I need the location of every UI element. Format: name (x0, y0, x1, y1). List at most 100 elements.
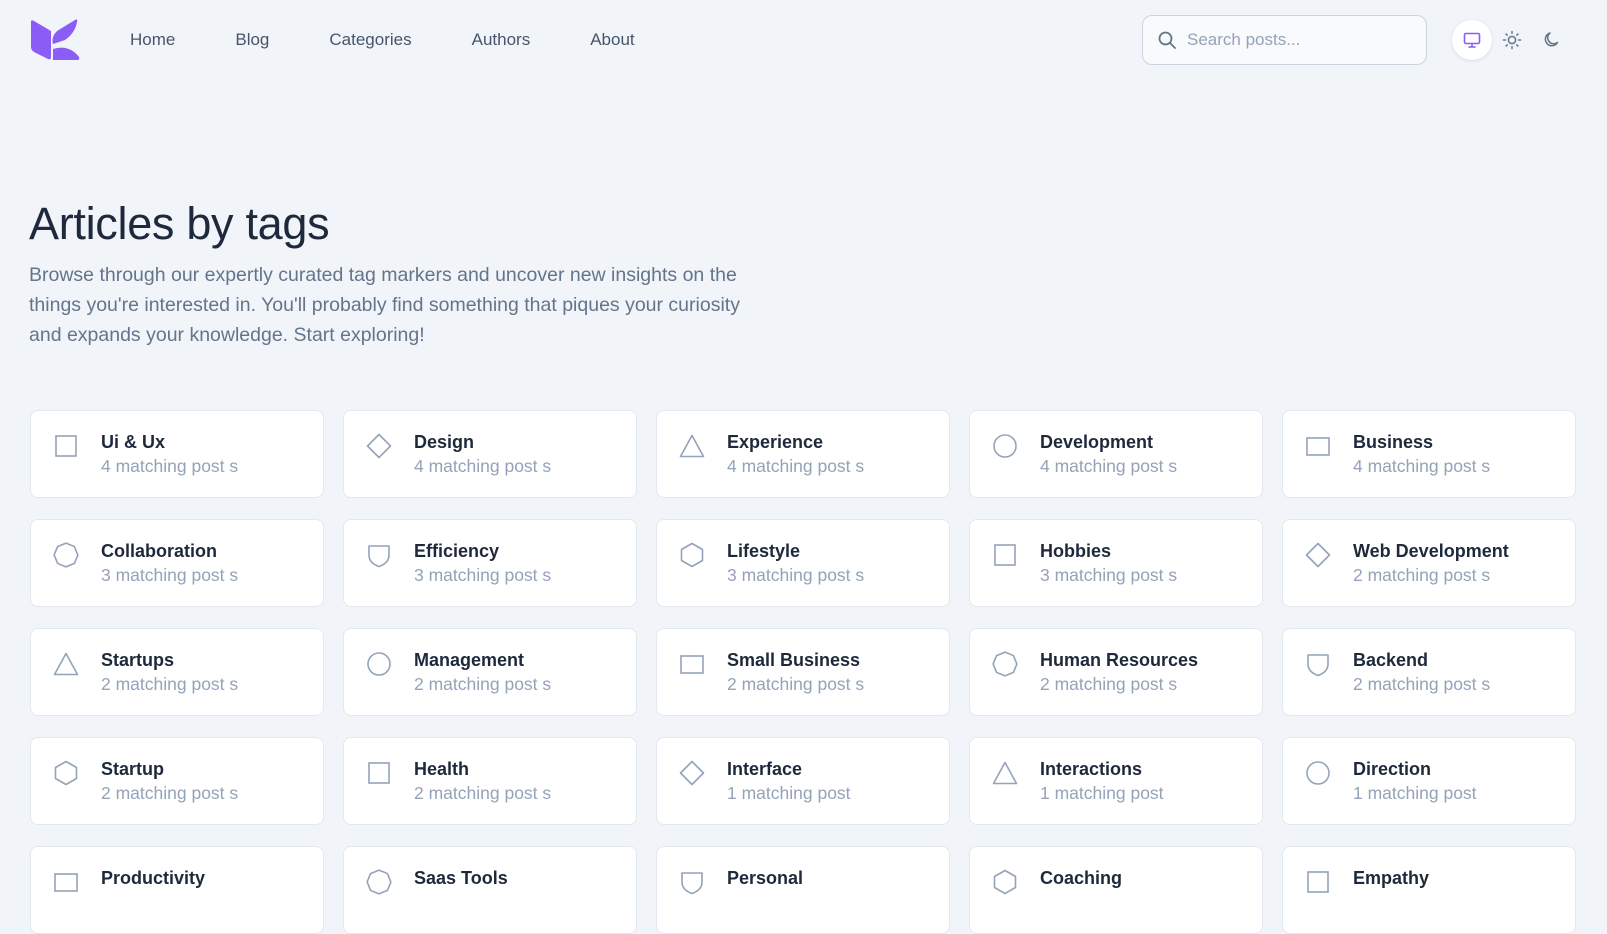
square-icon (368, 762, 390, 784)
tag-card[interactable]: Startups 2 matching post s (30, 628, 324, 716)
tag-card[interactable]: Coaching (969, 846, 1263, 934)
tag-name: Business (1353, 432, 1434, 452)
tag-card[interactable]: Empathy (1282, 846, 1576, 934)
tag-post-count: 4 matching post s (101, 456, 239, 476)
search-box[interactable] (1142, 15, 1427, 65)
tag-card[interactable]: Experience 4 matching post s (656, 410, 950, 498)
search-icon (1158, 31, 1176, 49)
tag-name: Interactions (1040, 759, 1143, 779)
shield-icon (681, 872, 703, 895)
tag-name: Web Development (1353, 541, 1509, 561)
tag-card[interactable]: Business 4 matching post s (1282, 410, 1576, 498)
moon-icon (1544, 32, 1559, 47)
tag-post-count: 2 matching post s (414, 783, 552, 803)
tag-post-count: 1 matching post (1040, 783, 1164, 803)
top-navigation-bar: Home Blog Categories Authors About (0, 0, 1607, 80)
tag-card[interactable]: Development 4 matching post s (969, 410, 1263, 498)
triangle-icon (679, 434, 705, 458)
tag-name: Design (414, 432, 475, 452)
tag-card[interactable]: Ui & Ux 4 matching post s (30, 410, 324, 498)
circle-icon (993, 434, 1017, 458)
tag-name: Hobbies (1040, 541, 1112, 561)
nav-link-about[interactable]: About (590, 29, 634, 51)
tag-card[interactable]: Interface 1 matching post (656, 737, 950, 825)
tag-post-count: 1 matching post (1353, 783, 1477, 803)
rectangle-icon (680, 655, 704, 674)
tag-post-count: 4 matching post s (1040, 456, 1178, 476)
tag-card[interactable]: Interactions 1 matching post (969, 737, 1263, 825)
tag-name: Empathy (1353, 868, 1430, 888)
hexagon-icon (680, 542, 704, 568)
tag-post-count: 2 matching post s (101, 674, 239, 694)
tag-card[interactable]: Productivity (30, 846, 324, 934)
tag-name: Productivity (101, 868, 206, 888)
tag-post-count: 2 matching post s (414, 674, 552, 694)
square-icon (994, 544, 1016, 566)
rectangle-icon (54, 873, 78, 892)
tag-post-count: 4 matching post s (727, 456, 865, 476)
tag-card[interactable]: Efficiency 3 matching post s (343, 519, 637, 607)
tag-name: Efficiency (414, 541, 500, 561)
hexagon-icon (993, 869, 1017, 895)
square-icon (1307, 871, 1329, 893)
tag-card[interactable]: Startup 2 matching post s (30, 737, 324, 825)
page-title: Articles by tags (29, 198, 330, 249)
theme-dark-button[interactable] (1532, 20, 1572, 60)
monitor-icon (1463, 32, 1481, 48)
tag-post-count: 2 matching post s (1040, 674, 1178, 694)
tag-post-count: 2 matching post s (1353, 565, 1491, 585)
tag-name: Development (1040, 432, 1154, 452)
tag-post-count: 4 matching post s (1353, 456, 1491, 476)
tag-card[interactable]: Personal (656, 846, 950, 934)
tag-name: Ui & Ux (101, 432, 166, 452)
tag-name: Saas Tools (414, 868, 508, 888)
theme-system-button[interactable] (1452, 20, 1492, 60)
tag-post-count: 4 matching post s (414, 456, 552, 476)
nav-link-blog[interactable]: Blog (235, 29, 269, 51)
tag-card[interactable]: Human Resources 2 matching post s (969, 628, 1263, 716)
octagon-icon (366, 869, 392, 895)
tag-card[interactable]: Design 4 matching post s (343, 410, 637, 498)
diamond-icon (366, 433, 392, 459)
nav-link-authors[interactable]: Authors (472, 29, 531, 51)
circle-icon (367, 652, 391, 676)
tag-post-count: 3 matching post s (1040, 565, 1178, 585)
rectangle-icon (1306, 437, 1330, 456)
square-icon (55, 435, 77, 457)
tag-post-count: 3 matching post s (101, 565, 239, 585)
theme-light-button[interactable] (1492, 20, 1532, 60)
tag-card[interactable]: Health 2 matching post s (343, 737, 637, 825)
tag-card[interactable]: Saas Tools (343, 846, 637, 934)
shield-icon (1307, 654, 1329, 677)
diamond-icon (1305, 542, 1331, 568)
tag-post-count: 2 matching post s (101, 783, 239, 803)
nav-link-categories[interactable]: Categories (329, 29, 411, 51)
tag-post-count: 1 matching post (727, 783, 851, 803)
tag-grid: Ui & Ux 4 matching post s Design 4 matching… (30, 410, 1577, 934)
tag-card[interactable]: Web Development 2 matching post s (1282, 519, 1576, 607)
tag-name: Backend (1353, 650, 1429, 670)
hexagon-icon (54, 760, 78, 786)
site-logo[interactable] (29, 19, 81, 61)
tag-card[interactable]: Small Business 2 matching post s (656, 628, 950, 716)
tag-card[interactable]: Backend 2 matching post s (1282, 628, 1576, 716)
nav-link-home[interactable]: Home (130, 29, 175, 51)
tag-post-count: 2 matching post s (727, 674, 865, 694)
tag-card[interactable]: Lifestyle 3 matching post s (656, 519, 950, 607)
tag-post-count: 2 matching post s (1353, 674, 1491, 694)
circle-icon (1306, 761, 1330, 785)
tag-post-count: 3 matching post s (414, 565, 552, 585)
tag-name: Small Business (727, 650, 861, 670)
triangle-icon (992, 761, 1018, 785)
tag-name: Interface (727, 759, 803, 779)
tag-card[interactable]: Collaboration 3 matching post s (30, 519, 324, 607)
tag-name: Human Resources (1040, 650, 1199, 670)
tag-card[interactable]: Management 2 matching post s (343, 628, 637, 716)
tag-name: Management (414, 650, 525, 670)
tag-post-count: 3 matching post s (727, 565, 865, 585)
page-description: Browse through our expertly curated tag … (29, 264, 740, 346)
diamond-icon (679, 760, 705, 786)
tag-card[interactable]: Direction 1 matching post (1282, 737, 1576, 825)
tag-card[interactable]: Hobbies 3 matching post s (969, 519, 1263, 607)
search-input[interactable] (1187, 30, 1417, 50)
